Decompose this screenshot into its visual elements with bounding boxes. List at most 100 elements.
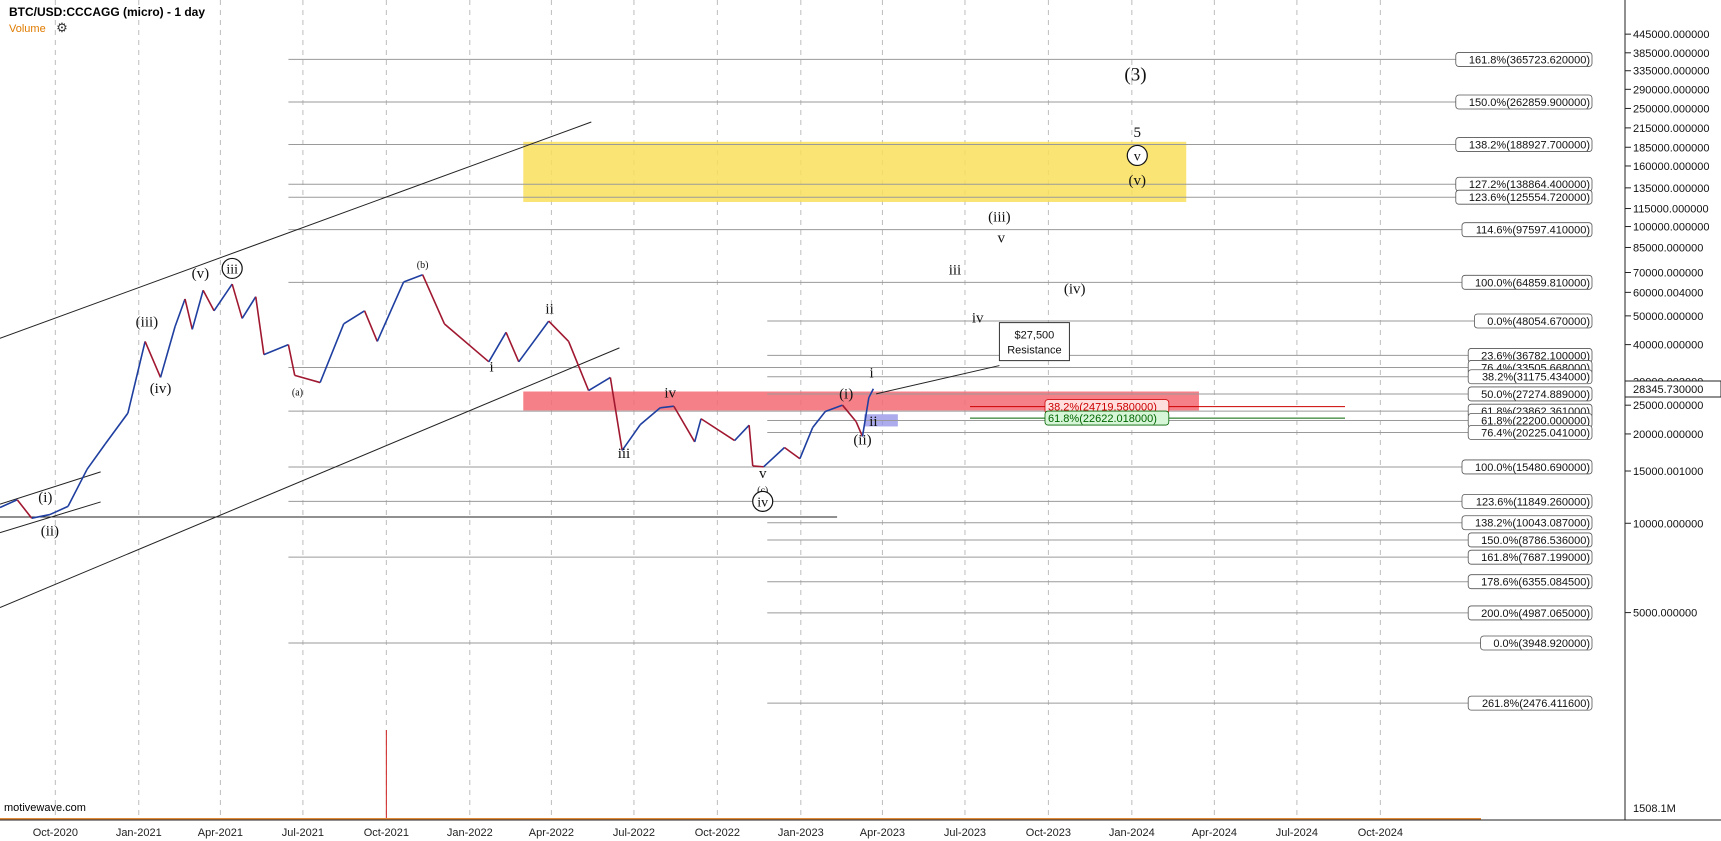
y-tick-label: 160000.000000 bbox=[1633, 161, 1709, 173]
wave-label: (b) bbox=[417, 260, 429, 271]
price-segment bbox=[254, 296, 265, 355]
price-series bbox=[0, 273, 1481, 820]
price-segment bbox=[16, 499, 33, 519]
wave-label: v bbox=[1134, 149, 1141, 164]
y-tick-label: 135000.000000 bbox=[1633, 183, 1709, 195]
fib-inner-label: 61.8%(22622.018000) bbox=[1048, 413, 1157, 425]
price-segment bbox=[144, 341, 162, 378]
wave-label: iv bbox=[757, 495, 768, 510]
price-segment bbox=[294, 374, 321, 384]
x-tick-label: Oct-2024 bbox=[1358, 827, 1403, 839]
price-segment bbox=[231, 283, 243, 319]
y-tick-label: 335000.000000 bbox=[1633, 66, 1709, 78]
price-segment bbox=[811, 411, 826, 429]
wave-label: (ii) bbox=[41, 523, 59, 539]
price-segment bbox=[748, 425, 754, 467]
volume-axis-label: 1508.1M bbox=[1633, 803, 1676, 815]
x-tick-label: Jul-2022 bbox=[613, 827, 655, 839]
wave-label: iii bbox=[618, 446, 631, 462]
fib-label: 261.8%(2476.411600) bbox=[1482, 698, 1590, 710]
x-tick-label: Oct-2020 bbox=[33, 827, 78, 839]
price-segment bbox=[86, 443, 106, 470]
fib-label: 138.2%(10043.087000) bbox=[1475, 518, 1590, 530]
y-tick-label: 20000.000000 bbox=[1633, 429, 1703, 441]
fib-label: 161.8%(7687.199000) bbox=[1481, 552, 1590, 564]
wave-label: (i) bbox=[38, 490, 52, 506]
fib-label: 123.6%(125554.720000) bbox=[1469, 192, 1590, 204]
price-segment bbox=[319, 323, 345, 383]
price-segment bbox=[174, 298, 186, 327]
wave-label: iv bbox=[664, 386, 676, 402]
price-segment bbox=[127, 341, 146, 414]
wave-label: (ii) bbox=[853, 433, 871, 449]
wave-label: (i) bbox=[839, 387, 853, 403]
x-tick-label: Oct-2021 bbox=[364, 827, 409, 839]
price-segment bbox=[443, 323, 490, 363]
price-segment bbox=[159, 326, 176, 378]
price-segment bbox=[693, 418, 702, 443]
chart-canvas: 161.8%(365723.620000) 150.0%(262859.90000… bbox=[0, 0, 1721, 839]
x-tick-label: Jul-2024 bbox=[1276, 827, 1318, 839]
price-segment bbox=[784, 446, 801, 460]
fib-label: 76.4%(20225.041000) bbox=[1481, 427, 1590, 439]
volume-legend[interactable]: Volume bbox=[9, 23, 46, 35]
y-tick-label: 115000.000000 bbox=[1633, 204, 1709, 216]
wave-label: v bbox=[759, 466, 767, 482]
wave-label: (v) bbox=[1129, 173, 1147, 189]
callout-leader bbox=[875, 365, 1000, 395]
watermark: motivewave.com bbox=[4, 802, 86, 814]
fib-label: 127.2%(138864.400000) bbox=[1469, 179, 1590, 191]
wave-label: (v) bbox=[192, 266, 210, 282]
axes[interactable]: Oct-2020 Jan-2021 Apr-2021 Jul-2021 Oct-2021… bbox=[0, 0, 1721, 839]
fib-label: 0.0%(48054.670000) bbox=[1487, 316, 1590, 328]
wave-label: (iii) bbox=[988, 209, 1011, 225]
price-segment bbox=[734, 424, 750, 442]
chart-header: BTC/USD:CCCAGG (micro) - 1 day Volume ⚙ bbox=[9, 5, 205, 37]
y-tick-label: 25000.000000 bbox=[1633, 400, 1703, 412]
price-segment bbox=[518, 320, 550, 363]
y-tick-label: 185000.000000 bbox=[1633, 142, 1709, 154]
fib-label: 114.6%(97597.410000) bbox=[1476, 225, 1590, 237]
y-tick-label: 5000.000000 bbox=[1633, 608, 1697, 620]
fib-label: 150.0%(8786.536000) bbox=[1481, 535, 1590, 547]
wave-label: ii bbox=[545, 301, 553, 317]
fib-label: 200.0%(4987.065000) bbox=[1481, 608, 1590, 620]
x-tick-label: Jan-2022 bbox=[447, 827, 493, 839]
channel-top bbox=[0, 121, 592, 339]
y-tick-label: 10000.000000 bbox=[1633, 518, 1703, 530]
fib-label: 0.0%(3948.920000) bbox=[1493, 638, 1590, 650]
y-tick-label: 290000.000000 bbox=[1633, 84, 1709, 96]
wave-label: (a) bbox=[292, 387, 303, 398]
x-tick-label: Oct-2022 bbox=[695, 827, 740, 839]
wave-label: iv bbox=[972, 310, 984, 326]
price-segment bbox=[505, 332, 520, 363]
y-tick-label: 215000.000000 bbox=[1633, 123, 1709, 135]
fib-label: 38.2%(31175.434000) bbox=[1482, 372, 1590, 384]
wave-label: (iii) bbox=[136, 315, 159, 331]
x-tick-label: Jan-2024 bbox=[1109, 827, 1155, 839]
y-tick-label: 50000.000000 bbox=[1633, 311, 1703, 323]
y-tick-label: 85000.000000 bbox=[1633, 242, 1703, 254]
channel-bottom bbox=[0, 347, 620, 608]
fib-label: 161.8%(365723.620000) bbox=[1469, 54, 1590, 66]
fib-label: 50.0%(27274.889000) bbox=[1481, 389, 1590, 401]
fib-label: 100.0%(15480.690000) bbox=[1475, 462, 1590, 474]
wave-label: iii bbox=[226, 262, 238, 277]
price-segment bbox=[403, 273, 423, 283]
y-tick-label: 60000.004000 bbox=[1633, 287, 1703, 299]
price-segment bbox=[104, 412, 129, 445]
wave-label: ii bbox=[869, 414, 877, 430]
x-tick-label: Jan-2023 bbox=[778, 827, 824, 839]
y-tick-label: 250000.000000 bbox=[1633, 103, 1709, 115]
x-tick-label: Jul-2021 bbox=[282, 827, 324, 839]
callout-line2: Resistance bbox=[1007, 345, 1061, 357]
price-segment bbox=[213, 283, 233, 312]
gear-icon[interactable]: ⚙ bbox=[56, 20, 68, 36]
callout-line1: $27,500 bbox=[1015, 330, 1055, 342]
price-segment bbox=[609, 377, 623, 451]
last-price-label: 28345.730000 bbox=[1633, 384, 1703, 396]
fib-label: 150.0%(262859.900000) bbox=[1469, 97, 1590, 109]
x-tick-label: Oct-2023 bbox=[1026, 827, 1071, 839]
target-zone bbox=[523, 141, 1187, 202]
wave-label: (iv) bbox=[1064, 281, 1086, 297]
